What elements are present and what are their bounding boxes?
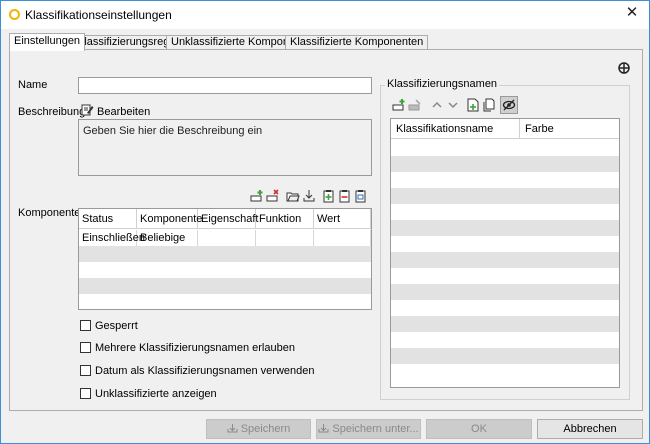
move-down-icon[interactable] [446, 98, 460, 112]
save-as-button[interactable]: Speichern unter... [316, 419, 421, 439]
column-header-farbe[interactable]: Farbe [520, 119, 619, 139]
date-as-name-checkbox[interactable] [80, 365, 91, 376]
tab-strip: Einstellungen Klassifizierungsregeln Unk… [9, 33, 643, 51]
description-box[interactable]: Geben Sie hier die Beschreibung ein [78, 119, 372, 176]
table-row[interactable]: Einschließen Beliebige [79, 230, 371, 246]
title-bar: Klassifikationseinstellungen ✕ [1, 1, 649, 29]
date-as-name-label: Datum als Klassifizierungsnamen verwende… [95, 365, 315, 377]
empty-row [391, 204, 619, 220]
empty-row [391, 316, 619, 332]
empty-row [391, 156, 619, 172]
empty-row [391, 300, 619, 316]
remove-name-icon[interactable] [408, 98, 422, 112]
save-button-label: Speichern [240, 423, 291, 435]
empty-row [391, 348, 619, 364]
add-name-icon[interactable] [392, 98, 406, 112]
hide-eye-icon [502, 99, 516, 111]
empty-row [391, 252, 619, 268]
column-header-funktion[interactable]: Funktion [256, 209, 314, 229]
edit-button[interactable]: Bearbeiten [97, 106, 150, 118]
locked-checkbox[interactable] [80, 320, 91, 331]
components-label: Komponenten [18, 207, 87, 219]
empty-row [79, 246, 371, 262]
empty-row [79, 262, 371, 278]
empty-row [391, 268, 619, 284]
components-table-header: Status Komponente Eigenschaft Funktion W… [79, 209, 371, 229]
table-cell-eigenschaft[interactable] [198, 230, 256, 246]
locked-label: Gesperrt [95, 320, 138, 332]
edit-icon[interactable] [81, 103, 94, 116]
empty-row [79, 278, 371, 294]
column-header-wert[interactable]: Wert [314, 209, 371, 229]
classification-table-header: Klassifikationsname Farbe [391, 119, 619, 139]
save-as-button-label: Speichern unter... [332, 423, 419, 435]
save-icon [227, 424, 238, 433]
new-document-icon[interactable] [466, 98, 480, 112]
multiple-names-label: Mehrere Klassifizierungsnamen erlauben [95, 342, 295, 354]
name-input[interactable] [78, 77, 372, 94]
empty-row [391, 364, 619, 380]
table-cell-status[interactable]: Einschließen [79, 230, 145, 246]
classification-names-label: Klassifizierungsnamen [385, 78, 500, 90]
table-cell-funktion[interactable] [256, 230, 314, 246]
empty-row [391, 332, 619, 348]
clipboard-remove-icon[interactable] [338, 189, 352, 203]
window-title: Klassifikationseinstellungen [25, 8, 172, 22]
visibility-toggle-button[interactable] [500, 96, 518, 114]
copy-document-icon[interactable] [482, 98, 496, 112]
cancel-button[interactable]: Abbrechen [537, 419, 643, 439]
clipboard-add-icon[interactable] [322, 189, 336, 203]
save-button[interactable]: Speichern [206, 419, 311, 439]
components-table: Status Komponente Eigenschaft Funktion W… [78, 208, 372, 310]
ok-button[interactable]: OK [426, 419, 532, 439]
name-label: Name [18, 79, 48, 91]
column-header-komponente[interactable]: Komponente [137, 209, 202, 229]
table-cell-komponente[interactable]: Beliebige [137, 230, 198, 246]
empty-row [391, 140, 619, 156]
classification-names-table: Klassifikationsname Farbe [390, 118, 620, 388]
crosshair-icon[interactable] [618, 62, 630, 74]
empty-row [391, 284, 619, 300]
empty-row [391, 236, 619, 252]
app-icon [9, 9, 20, 20]
dialog-window: Klassifikationseinstellungen ✕ Einstellu… [0, 0, 650, 444]
import-icon[interactable] [302, 189, 316, 203]
save-as-icon [318, 424, 329, 433]
add-row-icon[interactable] [250, 189, 264, 203]
delete-row-icon[interactable] [266, 189, 280, 203]
empty-row [391, 188, 619, 204]
tab-einstellungen[interactable]: Einstellungen [9, 33, 86, 51]
show-unclassified-checkbox[interactable] [80, 388, 91, 399]
column-header-status[interactable]: Status [79, 209, 137, 229]
show-unclassified-label: Unklassifizierte anzeigen [95, 388, 217, 400]
tab-klassifizierte-komponenten[interactable]: Klassifizierte Komponenten [285, 35, 429, 50]
open-folder-icon[interactable] [286, 189, 300, 203]
move-up-icon[interactable] [430, 98, 444, 112]
description-label: Beschreibung [18, 106, 86, 118]
empty-row [391, 220, 619, 236]
table-cell-wert[interactable] [314, 230, 371, 246]
column-header-klassifikationsname[interactable]: Klassifikationsname [391, 119, 520, 139]
clipboard-edit-icon[interactable] [354, 189, 368, 203]
empty-row [391, 172, 619, 188]
multiple-names-checkbox[interactable] [80, 342, 91, 353]
close-button[interactable]: ✕ [615, 1, 649, 27]
column-header-eigenschaft[interactable]: Eigenschaft [198, 209, 258, 229]
